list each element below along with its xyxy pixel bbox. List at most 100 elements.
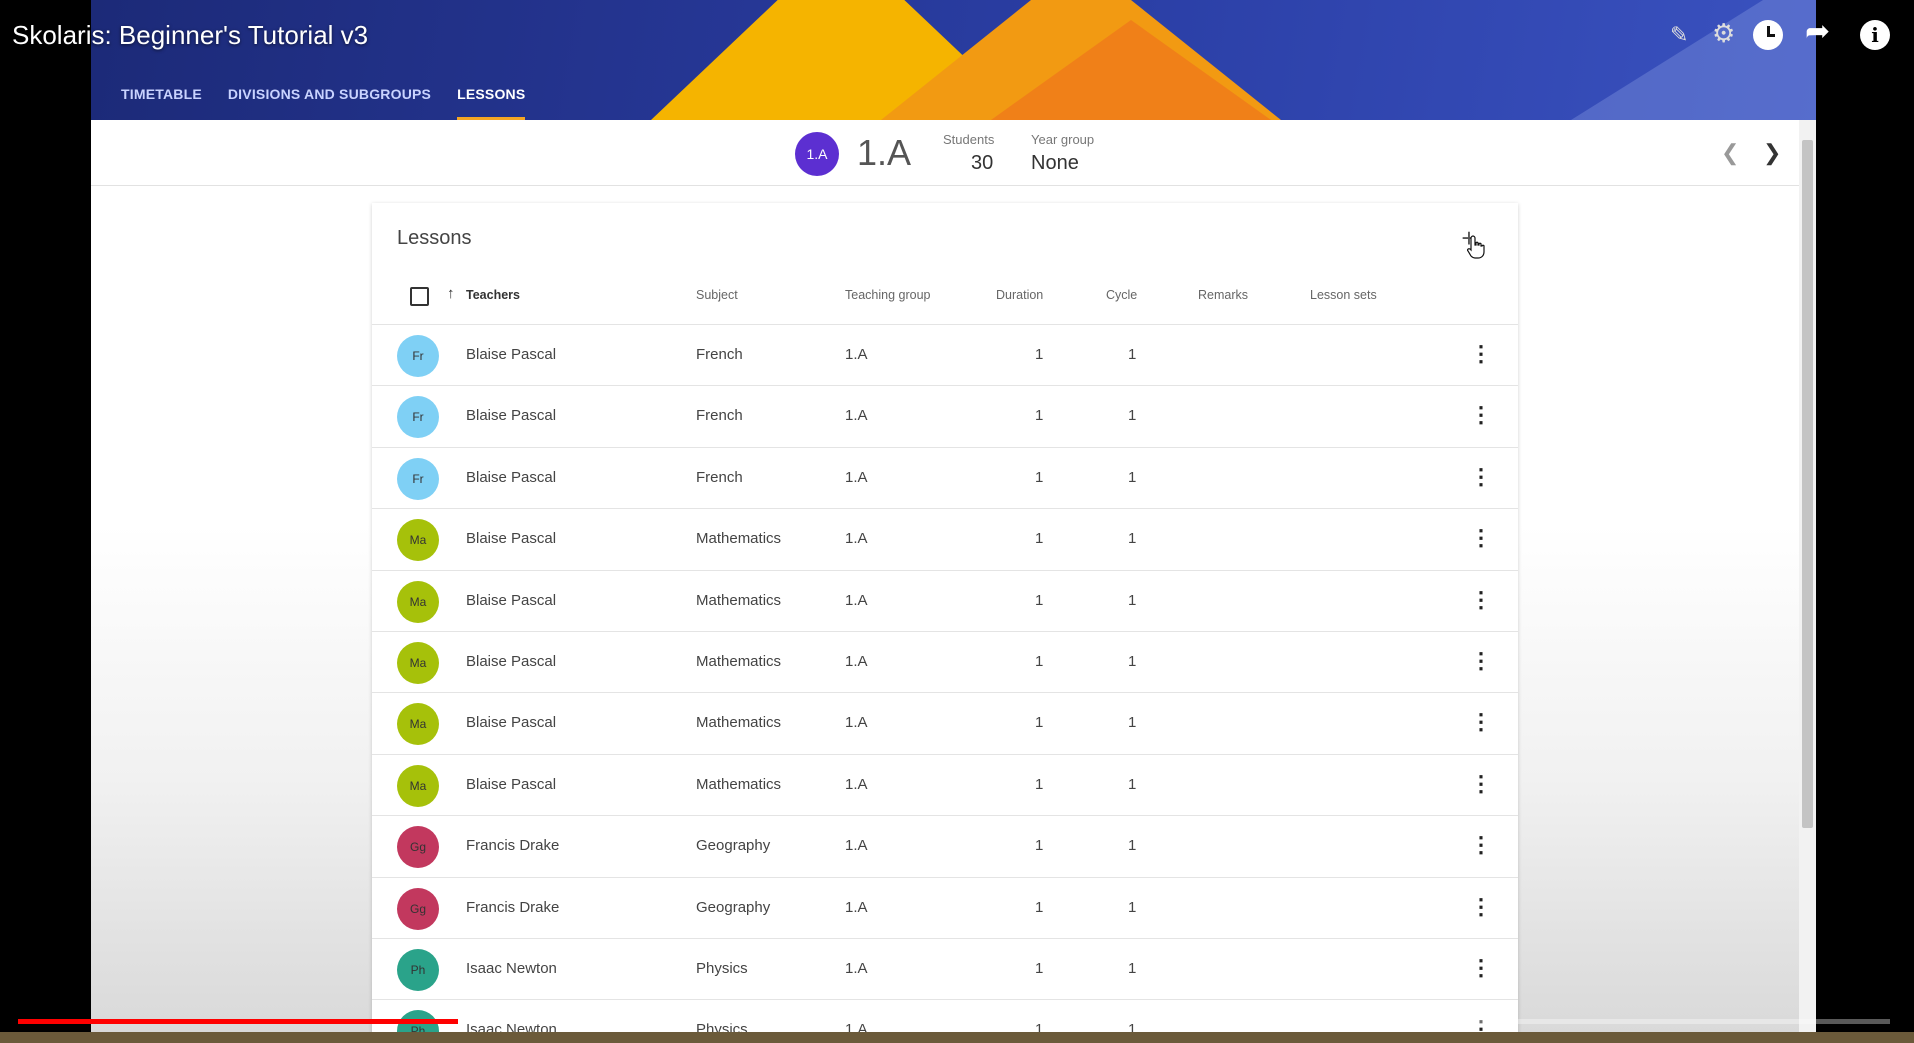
column-header-cycle[interactable]: Cycle: [1106, 288, 1137, 302]
pencil-icon[interactable]: ✎: [1670, 22, 1688, 48]
more-vert-icon[interactable]: ⋮: [1466, 893, 1496, 923]
cell-teacher: Blaise Pascal: [466, 407, 557, 425]
more-vert-icon[interactable]: ⋮: [1466, 770, 1496, 800]
table-row[interactable]: Ma Blaise Pascal Mathematics 1.A 1 1 ⋮: [372, 755, 1518, 817]
table-row[interactable]: Fr Blaise Pascal French 1.A 1 1 ⋮: [372, 448, 1518, 510]
arrow-up-icon[interactable]: ↑: [447, 285, 455, 302]
video-progress-bar[interactable]: [18, 1019, 1890, 1024]
column-header-duration[interactable]: Duration: [996, 288, 1043, 302]
cell-teaching-group: 1.A: [845, 652, 868, 670]
column-header-subject[interactable]: Subject: [696, 288, 738, 302]
table-row[interactable]: Ph Isaac Newton Physics 1.A 1 1 ⋮: [372, 939, 1518, 1001]
cell-duration: 1: [1035, 591, 1044, 609]
select-all-checkbox[interactable]: [410, 287, 429, 306]
cell-cycle: 1: [1128, 775, 1137, 793]
cell-duration: 1: [1035, 652, 1044, 670]
cell-teacher: Blaise Pascal: [466, 775, 557, 793]
subject-avatar: Ma: [397, 764, 439, 807]
chevron-left-icon[interactable]: ❮: [1721, 140, 1739, 166]
more-vert-icon[interactable]: ⋮: [1466, 831, 1496, 861]
students-label: Students: [943, 132, 995, 147]
cell-teacher: Blaise Pascal: [466, 652, 557, 670]
more-vert-icon[interactable]: ⋮: [1466, 586, 1496, 616]
cell-subject: French: [696, 346, 743, 363]
tab-timetable[interactable]: TIMETABLE: [91, 78, 215, 120]
scrollbar[interactable]: [1799, 120, 1816, 1032]
share-icon[interactable]: ➦: [1805, 14, 1830, 49]
table-row[interactable]: Ph Isaac Newton Physics 1.A 1 1 ⋮: [372, 1000, 1518, 1032]
table-row[interactable]: Ma Blaise Pascal Mathematics 1.A 1 1 ⋮: [372, 632, 1518, 694]
cell-teaching-group: 1.A: [845, 959, 868, 977]
cell-cycle: 1: [1128, 468, 1137, 486]
column-header-teaching-group[interactable]: Teaching group: [845, 288, 930, 302]
cell-subject: Mathematics: [696, 714, 782, 732]
cell-duration: 1: [1035, 346, 1044, 363]
cell-duration: 1: [1035, 468, 1044, 486]
column-header-remarks[interactable]: Remarks: [1198, 288, 1248, 302]
video-played-bar: [18, 1019, 458, 1024]
more-vert-icon[interactable]: ⋮: [1466, 524, 1496, 554]
cell-subject: Mathematics: [696, 530, 782, 548]
cell-teaching-group: 1.A: [845, 407, 868, 425]
cell-cycle: 1: [1128, 346, 1137, 363]
table-row[interactable]: Fr Blaise Pascal French 1.A 1 1 ⋮: [372, 386, 1518, 448]
table-row[interactable]: Fr Blaise Pascal French 1.A 1 1 ⋮: [372, 325, 1518, 387]
header-decoration: [991, 20, 1271, 120]
gear-icon[interactable]: ⚙: [1712, 18, 1735, 49]
cell-teacher: Blaise Pascal: [466, 530, 557, 548]
year-group-value: None: [1031, 152, 1079, 174]
video-frame: TIMETABLE DIVISIONS AND SUBGROUPS LESSON…: [0, 0, 1914, 1043]
column-header-lesson-sets[interactable]: Lesson sets: [1310, 288, 1377, 302]
students-value: 30: [971, 152, 994, 174]
more-vert-icon[interactable]: ⋮: [1466, 401, 1496, 431]
cell-cycle: 1: [1128, 407, 1137, 425]
more-vert-icon[interactable]: ⋮: [1466, 708, 1496, 738]
cell-subject: Mathematics: [696, 591, 782, 609]
cell-teacher: Isaac Newton: [466, 959, 557, 977]
cell-teaching-group: 1.A: [845, 714, 868, 732]
cell-teaching-group: 1.A: [845, 898, 868, 916]
subject-avatar: Ph: [397, 948, 439, 991]
cell-teaching-group: 1.A: [845, 591, 868, 609]
chevron-right-icon[interactable]: ❯: [1763, 140, 1781, 166]
cell-duration: 1: [1035, 959, 1044, 977]
table-row[interactable]: Ma Blaise Pascal Mathematics 1.A 1 1 ⋮: [372, 693, 1518, 755]
cell-cycle: 1: [1128, 837, 1137, 855]
table-row[interactable]: Gg Francis Drake Geography 1.A 1 1 ⋮: [372, 816, 1518, 878]
cell-duration: 1: [1035, 714, 1044, 732]
scrollbar-thumb[interactable]: [1802, 140, 1813, 828]
table-header: ↑ Teachers Subject Teaching group Durati…: [372, 267, 1518, 325]
subject-avatar: Ma: [397, 519, 439, 562]
subject-avatar: Ma: [397, 641, 439, 684]
subject-avatar: Fr: [397, 396, 439, 439]
cell-cycle: 1: [1128, 652, 1137, 670]
subject-avatar: Ma: [397, 580, 439, 623]
cell-duration: 1: [1035, 775, 1044, 793]
lessons-table-body: Fr Blaise Pascal French 1.A 1 1 ⋮ Fr Blaise Pasc…: [372, 325, 1518, 1032]
tab-lessons[interactable]: LESSONS: [444, 78, 538, 120]
app-viewport: TIMETABLE DIVISIONS AND SUBGROUPS LESSON…: [91, 0, 1816, 1032]
cell-teaching-group: 1.A: [845, 837, 868, 855]
class-avatar: 1.A: [795, 132, 839, 176]
table-row[interactable]: Ma Blaise Pascal Mathematics 1.A 1 1 ⋮: [372, 571, 1518, 632]
header-decoration: [1571, 0, 1816, 120]
tab-divisions-and-subgroups[interactable]: DIVISIONS AND SUBGROUPS: [215, 78, 444, 120]
cell-teacher: Blaise Pascal: [466, 468, 557, 486]
cell-cycle: 1: [1128, 959, 1137, 977]
table-row[interactable]: Ma Blaise Pascal Mathematics 1.A 1 1 ⋮: [372, 509, 1518, 571]
table-row[interactable]: Gg Francis Drake Geography 1.A 1 1 ⋮: [372, 878, 1518, 939]
cell-duration: 1: [1035, 407, 1044, 425]
app-header: TIMETABLE DIVISIONS AND SUBGROUPS LESSON…: [91, 0, 1816, 120]
more-vert-icon[interactable]: ⋮: [1466, 954, 1496, 984]
cell-teacher: Blaise Pascal: [466, 591, 557, 609]
cell-teacher: Blaise Pascal: [466, 346, 557, 363]
more-vert-icon[interactable]: ⋮: [1466, 647, 1496, 677]
more-vert-icon[interactable]: ⋮: [1466, 463, 1496, 493]
clock-icon[interactable]: [1753, 20, 1783, 50]
class-name: 1.A: [857, 132, 912, 173]
column-header-teachers[interactable]: Teachers: [466, 288, 520, 302]
cell-subject: Mathematics: [696, 775, 782, 793]
cell-subject: Physics: [696, 959, 748, 977]
info-icon[interactable]: i: [1860, 20, 1890, 50]
more-vert-icon[interactable]: ⋮: [1466, 340, 1496, 370]
